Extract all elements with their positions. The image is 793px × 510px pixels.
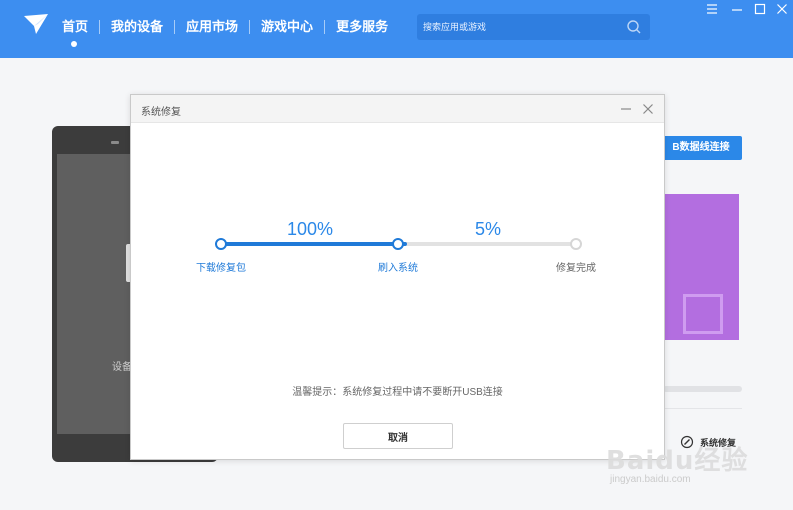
search-icon[interactable] <box>626 19 642 35</box>
progress-percent-download: 100% <box>286 219 334 239</box>
step-node-download <box>215 238 227 250</box>
warning-tip: 温馨提示：系统修复过程中请不要断开USB连接 <box>292 387 503 398</box>
baidu-watermark: Baidu经验 jingyan.baidu.com <box>606 440 749 485</box>
nav-label: 更多服务 <box>336 19 389 34</box>
system-repair-dialog: 系统修复 100% 5% 下载修复包 刷入系统 修复完成 温馨提示：系统修复过程… <box>130 94 665 460</box>
active-indicator <box>71 41 77 47</box>
search-input[interactable] <box>423 20 623 34</box>
progress-steps: 100% 5% 下载修复包 刷入系统 修复完成 <box>131 95 664 461</box>
nav-item-my-devices[interactable]: 我的设备 <box>100 18 174 36</box>
app-logo-icon[interactable] <box>22 12 50 36</box>
watermark-logo: Baidu经验 <box>606 446 749 476</box>
search-box <box>417 14 650 40</box>
step-label-flash: 刷入系统 <box>378 263 418 274</box>
nav-item-app-market[interactable]: 应用市场 <box>175 18 249 36</box>
nav-label: 游戏中心 <box>261 19 314 34</box>
minimize-icon[interactable] <box>730 2 744 16</box>
watermark-url: jingyan.baidu.com <box>610 474 691 485</box>
step-label-complete: 修复完成 <box>556 263 596 274</box>
progress-track <box>398 242 576 246</box>
nav-label: 我的设备 <box>111 19 164 34</box>
nav-label: 应用市场 <box>186 19 239 34</box>
device-speaker <box>111 141 119 144</box>
step-node-flash <box>392 238 404 250</box>
close-icon[interactable] <box>775 2 789 16</box>
promo-graphic <box>683 294 723 334</box>
nav-item-game-center[interactable]: 游戏中心 <box>250 18 324 36</box>
maximize-icon[interactable] <box>753 2 767 16</box>
main-nav: 首页 我的设备 应用市场 游戏中心 更多服务 <box>62 18 399 47</box>
nav-item-more-services[interactable]: 更多服务 <box>325 18 399 36</box>
progress-percent-flash: 5% <box>474 219 501 239</box>
nav-label: 首页 <box>62 19 89 34</box>
promo-banner[interactable] <box>663 194 739 340</box>
usb-connect-button[interactable]: B数据线连接 <box>660 136 742 160</box>
nav-item-home[interactable]: 首页 <box>62 18 99 47</box>
menu-icon[interactable] <box>705 2 719 16</box>
divider <box>663 408 742 409</box>
step-node-complete <box>570 238 582 250</box>
step-label-download: 下载修复包 <box>196 263 246 274</box>
device-status-label: 设备 <box>112 362 132 373</box>
scroll-bar[interactable] <box>663 386 742 392</box>
cancel-button[interactable]: 取消 <box>343 423 453 449</box>
progress-fill <box>221 242 398 246</box>
top-bar: 首页 我的设备 应用市场 游戏中心 更多服务 <box>0 0 793 58</box>
